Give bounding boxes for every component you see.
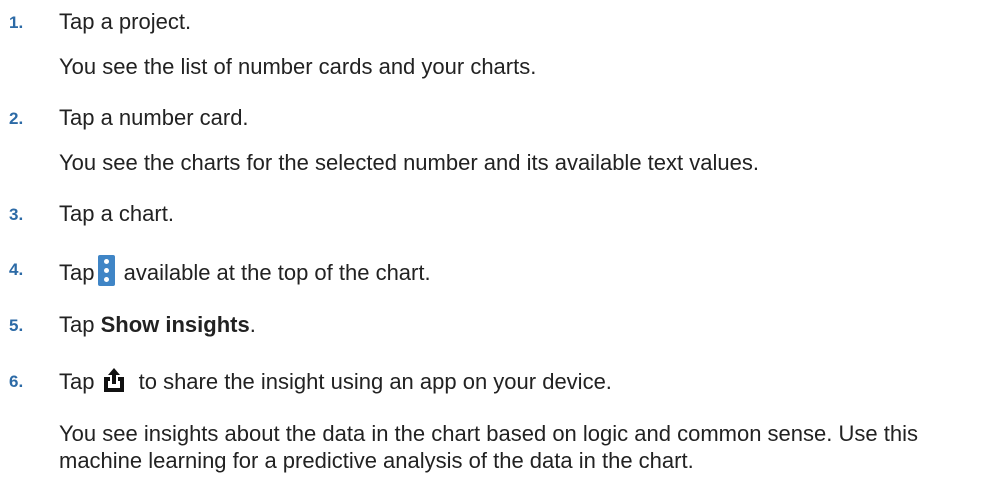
step-number: 4.	[9, 260, 24, 279]
step-text: Tap a chart.	[59, 201, 174, 226]
step-text-after: to share the insight using an app on you…	[138, 369, 612, 394]
step-text-before: Tap	[59, 312, 101, 337]
step-text: Tap a number card.	[59, 105, 249, 130]
step-text-after: .	[249, 312, 256, 337]
step-number: 3.	[9, 205, 24, 224]
step-text: Tap to share the insight using an app on…	[59, 367, 612, 395]
result-text: You see the charts for the selected numb…	[59, 150, 759, 175]
step-text: Tap a project.	[59, 9, 192, 34]
instruction-steps: 1. Tap a project. You see the list of nu…	[0, 0, 1008, 493]
step-number: 1.	[9, 13, 24, 32]
share-icon	[104, 368, 125, 392]
step-number: 2.	[9, 109, 24, 128]
step-text-before: Tap	[59, 369, 95, 394]
kebab-menu-icon	[98, 255, 116, 286]
step-text: Tap available at the top of the chart.	[59, 255, 431, 286]
step-number: 6.	[9, 372, 24, 391]
result-text: You see insights about the data in the c…	[59, 421, 918, 473]
result-text: You see the list of number cards and you…	[59, 54, 537, 79]
step-text-after: available at the top of the chart.	[123, 260, 431, 285]
step-number: 5.	[9, 316, 24, 335]
show-insights-label: Show insights	[100, 312, 250, 337]
step-text: Tap Show insights.	[59, 311, 256, 338]
step-text-before: Tap	[59, 260, 95, 285]
